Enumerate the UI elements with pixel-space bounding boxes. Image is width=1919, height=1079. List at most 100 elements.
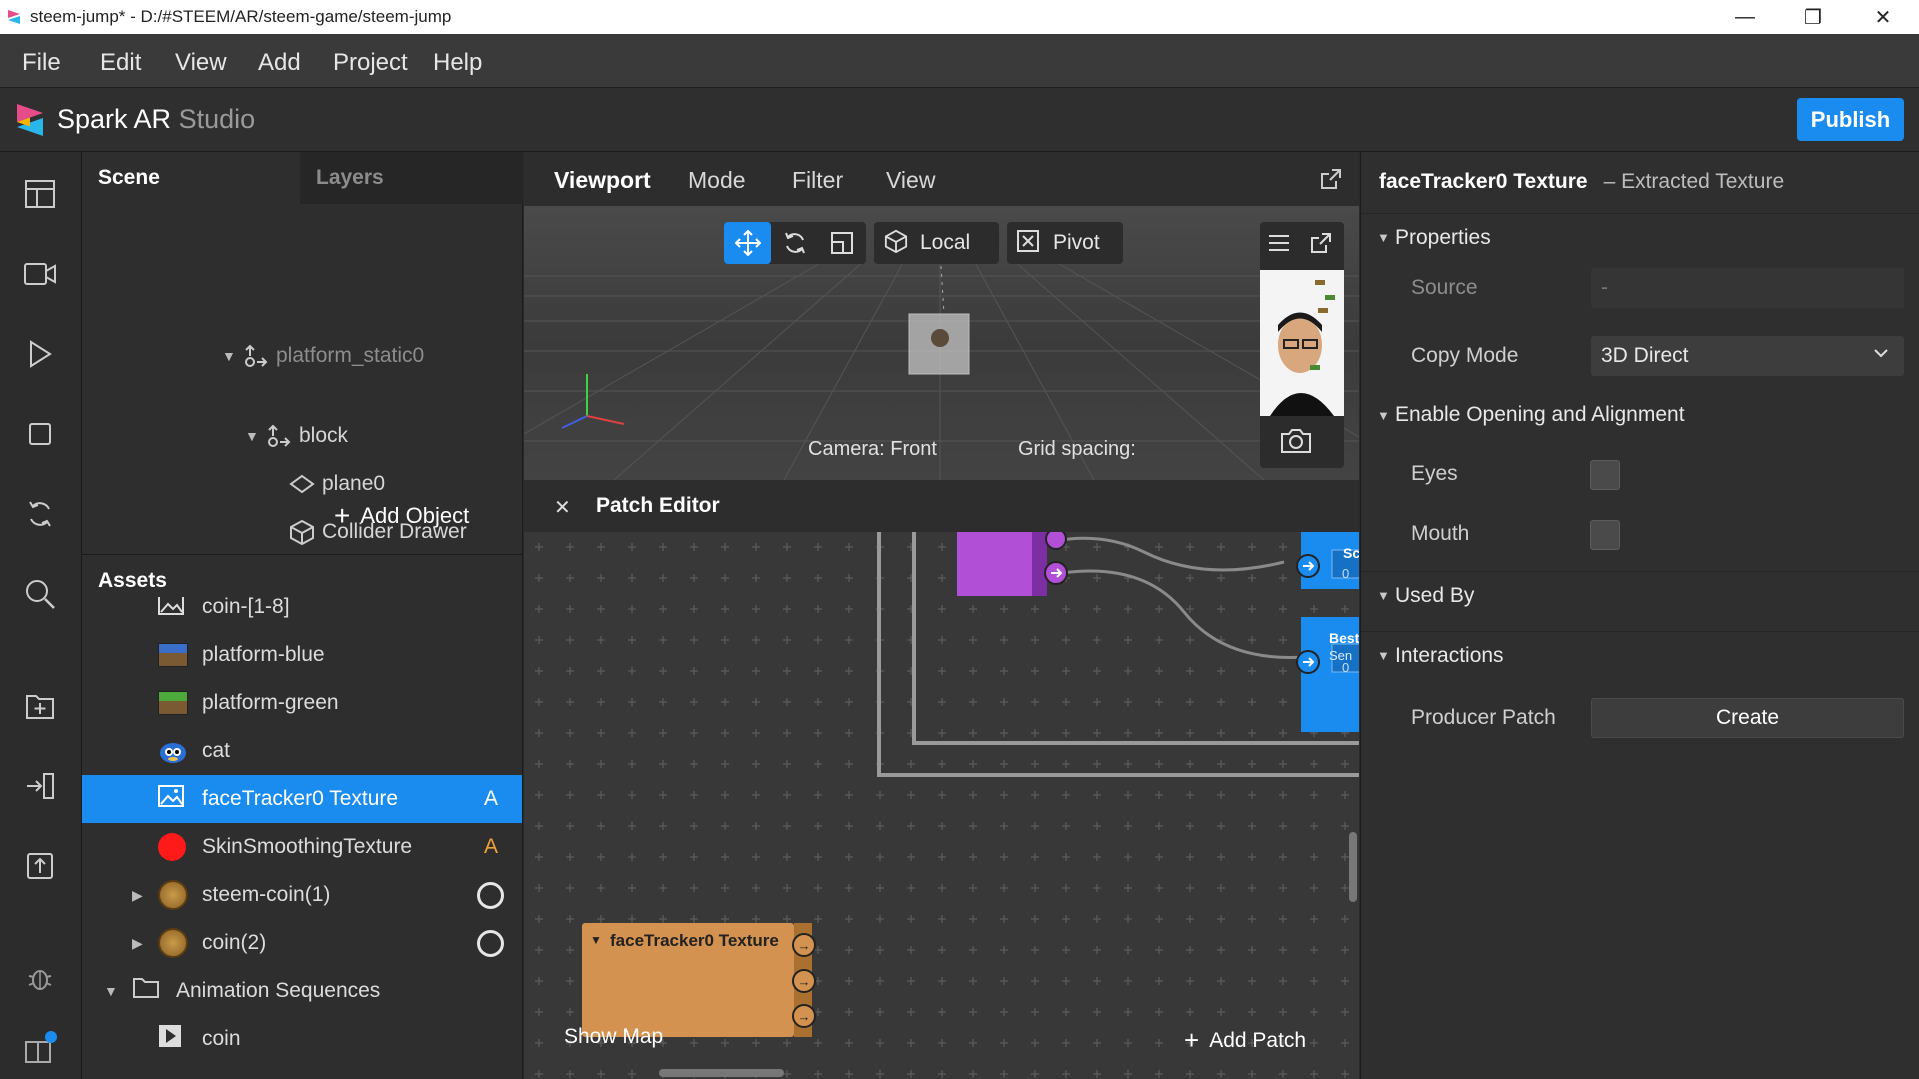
chevron-right-icon[interactable]: ▶	[132, 887, 158, 904]
play-icon[interactable]	[20, 334, 60, 374]
viewport-canvas[interactable]: Local Pivot Camera: Front Grid spacing:	[524, 206, 1359, 480]
menu-help[interactable]: Help	[433, 49, 482, 77]
copy-mode-dropdown[interactable]: 3D Direct	[1591, 336, 1904, 376]
producer-patch-label: Producer Patch	[1411, 706, 1556, 729]
layout-icon[interactable]	[20, 174, 60, 214]
chevron-down-icon: ▼	[1377, 230, 1390, 245]
image-icon	[158, 597, 190, 621]
ring-icon	[477, 881, 504, 909]
publish-button[interactable]: Publish	[1797, 98, 1904, 141]
node-label: Sc	[1343, 545, 1359, 561]
list-item[interactable]: ▶ coin(2)	[82, 919, 522, 967]
minimize-button[interactable]: —	[1710, 0, 1780, 34]
search-icon[interactable]	[20, 574, 60, 614]
copy-mode-value: 3D Direct	[1601, 344, 1689, 367]
menu-file[interactable]: File	[22, 49, 61, 77]
chevron-right-icon[interactable]: ▶	[132, 935, 158, 952]
list-item[interactable]: cat	[82, 727, 522, 775]
section-properties[interactable]: ▼ Properties	[1361, 213, 1919, 261]
image-icon	[158, 785, 190, 813]
section-used-by[interactable]: ▼ Used By	[1361, 571, 1919, 619]
restart-icon[interactable]	[20, 494, 60, 534]
restore-button[interactable]: ❐	[1778, 0, 1848, 34]
plus-icon: +	[1184, 1025, 1200, 1055]
eyes-checkbox[interactable]	[1590, 460, 1620, 490]
list-item-selected[interactable]: faceTracker0 Texture A	[82, 775, 522, 823]
popout-icon[interactable]	[1320, 168, 1342, 195]
menu-project[interactable]: Project	[333, 49, 408, 77]
chevron-down-icon	[1872, 344, 1890, 368]
tree-item-label: block	[299, 424, 349, 447]
patch-editor-panel: ✕ Patch Editor Sc 0 Best Sen 0 ▼ faceTra…	[524, 480, 1359, 1079]
window-title-bar: steem-jump* - D:/#STEEM/AR/steem-game/st…	[0, 0, 1919, 34]
add-object-label: Add Object	[360, 503, 470, 528]
move-icon[interactable]	[724, 222, 771, 264]
add-patch-button[interactable]: + Add Patch	[1184, 1025, 1306, 1056]
list-item[interactable]: ▶ steem-coin(1)	[82, 871, 522, 919]
pivot-button[interactable]: Pivot	[1007, 222, 1123, 264]
menu-add[interactable]: Add	[258, 49, 301, 77]
create-button[interactable]: Create	[1591, 698, 1904, 738]
coin-icon	[158, 880, 188, 910]
show-map-button[interactable]: Show Map	[564, 1025, 663, 1049]
close-icon[interactable]: ✕	[554, 495, 571, 520]
plus-icon: +	[334, 500, 351, 531]
chevron-down-icon[interactable]: ▼	[222, 348, 242, 364]
list-item[interactable]: coin-[1-8]	[82, 597, 522, 631]
tab-view[interactable]: View	[886, 167, 935, 194]
add-object-button[interactable]: + Add Object	[334, 500, 469, 532]
add-folder-icon[interactable]	[20, 686, 60, 726]
list-item[interactable]: platform-blue	[82, 631, 522, 679]
upload-icon[interactable]	[20, 846, 60, 886]
cat-thumb-icon	[158, 736, 188, 766]
asset-label: coin	[202, 1027, 241, 1050]
node-title: faceTracker0 Texture	[610, 931, 779, 950]
asset-badge: A	[483, 835, 498, 858]
local-button[interactable]: Local	[874, 222, 999, 264]
list-item[interactable]: coin	[82, 1015, 522, 1063]
menu-view[interactable]: View	[175, 49, 227, 77]
patch-editor-header: ✕ Patch Editor	[524, 480, 1359, 532]
spark-ar-logo-icon	[8, 10, 20, 24]
import-icon[interactable]	[20, 766, 60, 806]
output-port-icon[interactable]: →	[792, 969, 816, 993]
scene-tabs: Scene Layers	[82, 152, 523, 204]
chevron-down-icon[interactable]: ▼	[104, 983, 132, 999]
null-object-icon	[265, 424, 293, 448]
menu-icon[interactable]	[1268, 234, 1290, 257]
list-item[interactable]: ▼ Animation Sequences	[82, 967, 522, 1015]
list-item[interactable]: SkinSmoothingTexture A	[82, 823, 522, 871]
tree-item[interactable]: ▼ block	[245, 416, 348, 456]
mouth-checkbox[interactable]	[1590, 520, 1620, 550]
scale-icon[interactable]	[818, 222, 865, 264]
tree-item[interactable]: ▼ platform_static0	[222, 336, 424, 376]
section-interactions[interactable]: ▼ Interactions	[1361, 631, 1919, 679]
tab-layers[interactable]: Layers	[300, 152, 523, 204]
section-enable-opening[interactable]: ▼ Enable Opening and Alignment	[1361, 391, 1919, 439]
rotate-icon[interactable]	[771, 222, 818, 264]
menu-edit[interactable]: Edit	[100, 49, 141, 77]
stop-icon[interactable]	[20, 414, 60, 454]
cube-icon	[288, 519, 316, 545]
tutorials-icon[interactable]	[20, 1028, 60, 1068]
screenshot-camera-icon[interactable]	[1280, 428, 1312, 459]
tab-viewport[interactable]: Viewport	[554, 167, 651, 194]
inspector-title: faceTracker0 Texture	[1379, 170, 1588, 193]
chevron-down-icon[interactable]: ▼	[245, 428, 265, 444]
texture-patch-node[interactable]: ▼ faceTracker0 Texture → → →	[582, 923, 816, 1037]
list-item[interactable]: platform-green	[82, 679, 522, 727]
bug-report-icon[interactable]	[20, 958, 60, 998]
close-button[interactable]: ✕	[1848, 0, 1918, 34]
output-port-icon[interactable]: →	[792, 933, 816, 957]
node-value: 0	[1342, 566, 1350, 581]
tab-mode[interactable]: Mode	[688, 167, 746, 194]
assets-title: Assets	[98, 569, 167, 592]
tab-filter[interactable]: Filter	[792, 167, 843, 194]
popout-icon[interactable]	[1310, 232, 1332, 259]
asset-label: SkinSmoothingTexture	[202, 835, 413, 858]
tree-item[interactable]: plane0	[288, 464, 385, 504]
video-camera-icon[interactable]	[20, 254, 60, 294]
tab-scene[interactable]: Scene	[82, 152, 300, 204]
chevron-down-icon[interactable]: ▼	[590, 933, 602, 947]
output-port-icon[interactable]: →	[792, 1004, 816, 1028]
